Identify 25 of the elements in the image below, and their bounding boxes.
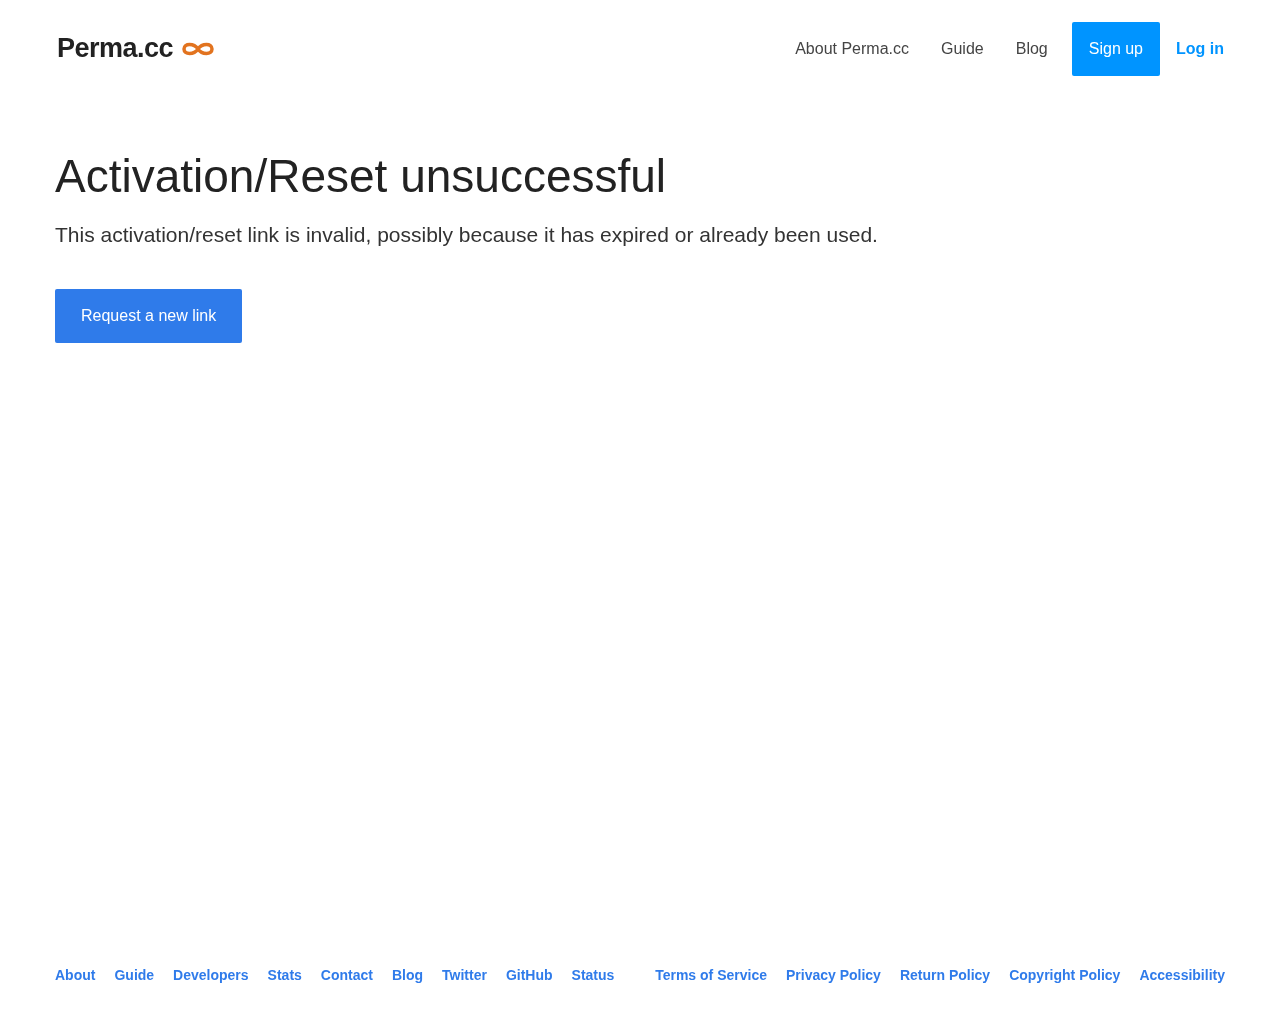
nav-link[interactable]: About Perma.cc [795, 39, 909, 58]
footer-link[interactable]: Developers [173, 967, 249, 983]
footer-link[interactable]: Accessibility [1139, 967, 1225, 983]
logo-text: Perma.cc [57, 33, 174, 64]
footer-link[interactable]: Privacy Policy [785, 967, 881, 983]
nav-link[interactable]: Guide [941, 39, 984, 58]
request-link-button[interactable]: Request a new link [55, 289, 243, 343]
signup-button[interactable]: Sign up [1071, 21, 1160, 76]
infinity-icon [181, 40, 216, 57]
page-title: Activation/Reset unsuccessful [55, 149, 668, 203]
footer-link[interactable]: Twitter [442, 967, 487, 983]
footer-link[interactable]: Blog [391, 967, 424, 983]
footer-link[interactable]: Status [571, 967, 615, 983]
footer-link[interactable]: Return Policy [899, 967, 991, 983]
footer-link[interactable]: About [55, 967, 96, 983]
footer-link[interactable]: Terms of Service [655, 967, 767, 983]
login-link[interactable]: Log in [1176, 39, 1224, 58]
footer-link[interactable]: GitHub [505, 967, 553, 983]
error-message: This activation/reset link is invalid, possibly because it has expired or already been used. [55, 223, 879, 247]
nav-link[interactable]: Blog [1015, 39, 1048, 58]
site-logo[interactable]: Perma.cc [57, 33, 216, 64]
footer-link[interactable]: Stats [267, 967, 302, 983]
footer-link[interactable]: Contact [320, 967, 373, 983]
footer-link[interactable]: Copyright Policy [1009, 967, 1121, 983]
footer-link[interactable]: Guide [114, 967, 155, 983]
